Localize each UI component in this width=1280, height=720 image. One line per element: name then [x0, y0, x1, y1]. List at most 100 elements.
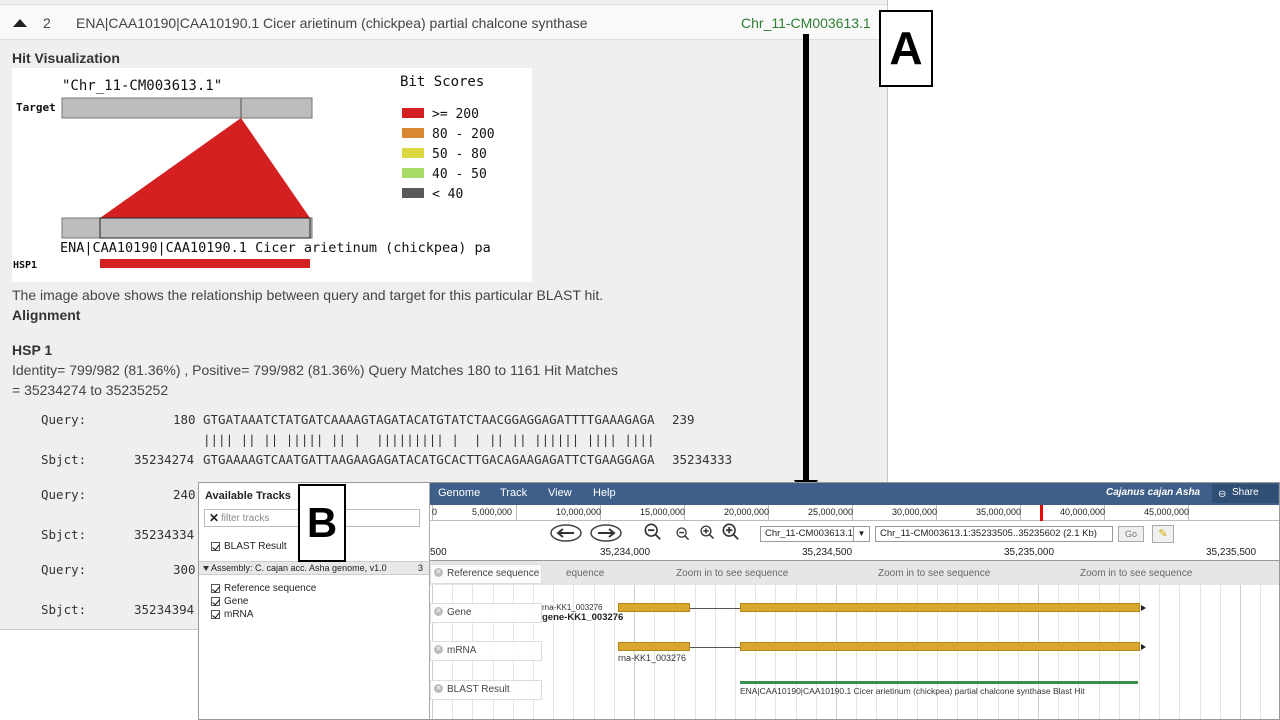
alignment-summary-line1: Identity= 799/982 (81.36%) , Positive= 7… — [12, 362, 618, 378]
chromosome-link[interactable]: Chr_11-CM003613.1 — [741, 15, 871, 31]
assembly-category[interactable]: Assembly: C. cajan acc. Asha genome, v1.… — [199, 561, 429, 575]
overview-tick-label: 40,000,000 — [1060, 507, 1106, 517]
strand-arrow-icon — [1141, 605, 1146, 611]
highlight-icon[interactable]: ✎ — [1152, 525, 1174, 543]
share-label: Share — [1232, 487, 1259, 498]
blast-hit-label[interactable]: ENA|CAA10190|CAA10190.1 Cicer arietinum … — [740, 686, 1085, 696]
zoom-in-icon[interactable] — [700, 525, 715, 540]
legend-label: 50 - 80 — [432, 147, 487, 162]
pan-left-icon[interactable] — [550, 524, 582, 542]
close-track-icon[interactable]: ✕ — [434, 645, 443, 654]
chevron-down-icon[interactable]: ▼ — [853, 527, 869, 541]
alignment-start: 35234334 — [134, 527, 195, 542]
overview-tick-label: 15,000,000 — [640, 507, 686, 517]
alignment-start: 35234394 — [134, 602, 195, 617]
zoom-in-large-icon[interactable] — [722, 523, 740, 541]
track-name: Reference sequence — [447, 568, 540, 579]
location-input[interactable]: Chr_11-CM003613.1:35233505..35235602 (2.… — [875, 526, 1113, 542]
menu-track[interactable]: Track — [500, 487, 527, 499]
reference-sequence-track: equence Zoom in to see sequence Zoom in … — [430, 561, 1279, 585]
legend-swatch — [402, 108, 424, 118]
mrna-exon[interactable] — [618, 642, 690, 651]
legend-label: < 40 — [432, 187, 463, 202]
hsp-heading: HSP 1 — [12, 342, 53, 358]
hsp-triangle — [100, 118, 310, 218]
mrna-feature-label[interactable]: rna-KK1_003276 — [618, 653, 686, 663]
alignment-label: Sbjct: — [41, 602, 87, 617]
navigation-bar: Chr_11-CM003613.1 ▼ Chr_11-CM003613.1:35… — [430, 521, 1279, 545]
hsp-bar — [100, 259, 310, 268]
zoom-message: equence — [566, 568, 605, 579]
track-label-gene[interactable]: ✕ Gene — [430, 603, 542, 623]
pan-right-icon[interactable] — [590, 524, 622, 542]
alignment-match-line: |||| || || ||||| || | ||||||||| | | || |… — [203, 432, 655, 447]
chromosome-overview[interactable]: 0 5,000,000 10,000,000 15,000,000 20,000,000… — [430, 505, 1279, 521]
legend-swatch — [402, 128, 424, 138]
close-track-icon[interactable]: ✕ — [434, 607, 443, 616]
track-label-blast-result[interactable]: ✕ BLAST Result — [430, 680, 542, 700]
reference-sequence-select[interactable]: Chr_11-CM003613.1 ▼ — [760, 526, 870, 542]
gene-exon[interactable] — [740, 603, 1140, 612]
track-label-reference-sequence[interactable]: ✕ Reference sequence — [430, 564, 542, 584]
mrna-exon[interactable] — [740, 642, 1140, 651]
legend-label: 80 - 200 — [432, 127, 495, 142]
overview-tick-label: 10,000,000 — [556, 507, 602, 517]
ruler-tick: 35,235,500 — [1206, 547, 1257, 558]
alignment-end: 35234333 — [672, 452, 733, 467]
overview-tick-label: 25,000,000 — [808, 507, 854, 517]
genome-browser-view: Genome Track View Help Cajanus cajan Ash… — [430, 483, 1279, 719]
overview-tick-label: 5,000,000 — [472, 507, 513, 517]
menu-genome[interactable]: Genome — [438, 487, 480, 499]
strand-arrow-icon — [1141, 644, 1146, 650]
alignment-heading: Alignment — [12, 307, 81, 323]
target-label: Target — [16, 101, 56, 114]
track-checkbox-gene[interactable]: Gene — [211, 596, 248, 607]
alignment-sequence: GTGAAAAGTCAATGATTAAGAAGAGATACATGCACTTGAC… — [203, 452, 655, 467]
track-checkbox-mrna[interactable]: mRNA — [211, 609, 253, 620]
expand-triangle-icon[interactable] — [203, 566, 209, 571]
zoom-message: Zoom in to see sequence — [1080, 568, 1193, 579]
legend-label: >= 200 — [432, 107, 479, 122]
track-name: mRNA — [447, 645, 477, 656]
alignment-start: 240 — [173, 487, 196, 502]
blast-hit-feature[interactable] — [740, 681, 1138, 684]
zoom-out-icon[interactable] — [676, 527, 690, 541]
hit-visualization-image: "Chr_11-CM003613.1" Target ENA|CAA10190|… — [12, 68, 532, 282]
zoom-out-large-icon[interactable] — [644, 523, 662, 541]
track-label: Reference sequence — [224, 583, 317, 594]
hit-number: 2 — [43, 15, 51, 31]
track-checkbox-reference-sequence[interactable]: Reference sequence — [211, 583, 316, 594]
mrna-intron — [690, 647, 740, 648]
ruler-tick: 35,234,000 — [600, 547, 651, 558]
ruler-tick: 35,234,500 — [802, 547, 853, 558]
checkbox-checked-icon[interactable] — [211, 584, 220, 593]
collapse-triangle-icon[interactable] — [13, 19, 27, 27]
checkbox-checked-icon[interactable] — [211, 542, 220, 551]
go-button[interactable]: Go — [1118, 526, 1144, 542]
overview-tick-label: 0 — [432, 507, 438, 517]
menu-help[interactable]: Help — [593, 487, 616, 499]
gene-exon[interactable] — [618, 603, 690, 612]
link-icon: ⊖ — [1218, 489, 1227, 500]
track-label-mrna[interactable]: ✕ mRNA — [430, 641, 542, 661]
legend-swatch — [402, 188, 424, 198]
track-name: BLAST Result — [447, 684, 510, 695]
clear-filter-icon[interactable]: ✕ — [209, 511, 219, 525]
target-bar — [61, 97, 313, 119]
menu-view[interactable]: View — [548, 487, 572, 499]
close-track-icon[interactable]: ✕ — [434, 568, 443, 577]
share-button[interactable]: ⊖ Share — [1212, 484, 1278, 503]
ruler-tick: 500 — [430, 547, 447, 558]
menu-bar: Genome Track View Help Cajanus cajan Ash… — [430, 483, 1279, 505]
checkbox-checked-icon[interactable] — [211, 610, 220, 619]
visualization-caption: The image above shows the relationship b… — [12, 287, 604, 303]
overview-tick-line — [516, 505, 517, 521]
hit-row[interactable]: 2 ENA|CAA10190|CAA10190.1 Cicer arietinu… — [0, 4, 887, 40]
overview-position-marker[interactable] — [1040, 505, 1043, 521]
legend-swatch — [402, 168, 424, 178]
track-label: mRNA — [224, 609, 254, 620]
close-track-icon[interactable]: ✕ — [434, 684, 443, 693]
track-checkbox-blast-result[interactable]: BLAST Result — [211, 541, 287, 552]
gene-feature-label[interactable]: gene-KK1_003276 — [542, 612, 623, 623]
checkbox-checked-icon[interactable] — [211, 597, 220, 606]
